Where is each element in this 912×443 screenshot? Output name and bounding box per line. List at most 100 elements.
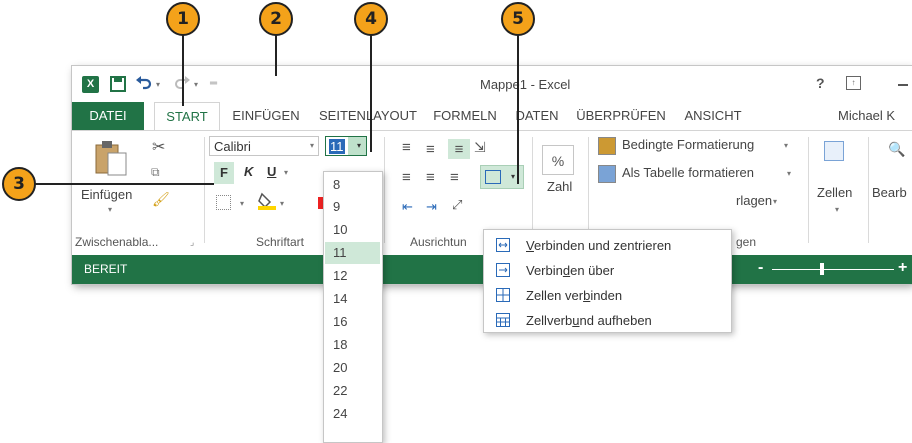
tab-page-layout[interactable]: SEITENLAYOUT bbox=[314, 102, 422, 130]
tab-view[interactable]: ANSICHT bbox=[676, 102, 750, 130]
zoom-slider-track[interactable] bbox=[772, 269, 894, 270]
help-icon[interactable]: ? bbox=[816, 75, 825, 91]
font-size-option[interactable]: 24 bbox=[325, 403, 380, 425]
merge-center-icon bbox=[485, 170, 501, 184]
align-top-icon[interactable]: ≡ bbox=[402, 139, 411, 156]
editing-icon[interactable]: 🔍 bbox=[888, 141, 905, 158]
font-name-value: Calibri bbox=[214, 139, 251, 154]
bold-button[interactable]: F bbox=[214, 162, 234, 184]
font-size-option[interactable]: 10 bbox=[325, 219, 380, 241]
minimize-icon[interactable] bbox=[898, 84, 908, 86]
unmerge-cells-icon bbox=[496, 313, 510, 327]
ribbon-tabs: DATEI START EINFÜGEN SEITENLAYOUT FORMEL… bbox=[72, 102, 912, 131]
font-size-option[interactable]: 14 bbox=[325, 288, 380, 310]
cell-styles-button[interactable]: rlagen bbox=[736, 193, 772, 208]
font-size-option[interactable]: 16 bbox=[325, 311, 380, 333]
align-right-icon[interactable]: ≡ bbox=[450, 169, 459, 186]
clipboard-dialog-launcher-icon[interactable]: ⌟ bbox=[190, 237, 194, 248]
window-title: Mappe1 - Excel bbox=[480, 77, 571, 92]
font-size-dropdown-icon[interactable]: ▾ bbox=[357, 141, 361, 150]
underline-dropdown-icon[interactable]: ▾ bbox=[284, 168, 288, 177]
font-name-field[interactable]: Calibri ▾ bbox=[209, 136, 319, 156]
title-bar: X ▾ ▾ ═ Mappe1 - Excel ? ↑ bbox=[72, 66, 912, 102]
zoom-in-button[interactable]: + bbox=[898, 259, 907, 277]
paste-icon[interactable] bbox=[94, 139, 128, 180]
unmerge-cells-item[interactable]: Zellverbund aufheben bbox=[484, 308, 731, 333]
format-painter-icon[interactable]: 🖌 bbox=[152, 191, 170, 208]
paste-button[interactable]: Einfügen bbox=[81, 187, 132, 202]
callout-4: 4 bbox=[354, 2, 388, 36]
tab-review[interactable]: ÜBERPRÜFEN bbox=[572, 102, 670, 130]
tab-start[interactable]: START bbox=[154, 102, 220, 131]
tab-file[interactable]: DATEI bbox=[72, 102, 144, 130]
bold-label: F bbox=[220, 165, 228, 180]
zoom-slider-thumb[interactable] bbox=[820, 263, 824, 275]
user-name[interactable]: Michael K bbox=[838, 102, 912, 130]
excel-logo-icon: X bbox=[82, 76, 99, 93]
tab-formulas[interactable]: FORMELN bbox=[428, 102, 502, 130]
zoom-out-button[interactable]: - bbox=[758, 259, 763, 277]
tab-insert[interactable]: EINFÜGEN bbox=[224, 102, 308, 130]
format-as-table-icon[interactable] bbox=[598, 165, 616, 183]
merge-cells-item[interactable]: Zellen verbinden bbox=[484, 283, 731, 308]
wrap-text-icon[interactable]: ⇲ bbox=[474, 139, 486, 156]
font-size-value: 11 bbox=[329, 139, 345, 154]
font-size-option[interactable]: 18 bbox=[325, 334, 380, 356]
font-size-field[interactable]: 11 ▾ bbox=[325, 136, 367, 156]
font-size-option[interactable]: 12 bbox=[325, 265, 380, 287]
unmerge-cells-label: Zellverbund aufheben bbox=[526, 313, 652, 328]
conditional-formatting-icon[interactable] bbox=[598, 137, 616, 155]
font-size-option[interactable]: 9 bbox=[325, 196, 380, 218]
editing-button[interactable]: Bearb bbox=[872, 185, 907, 200]
ribbon-display-options-icon[interactable]: ↑ bbox=[846, 76, 861, 90]
callout-line bbox=[275, 34, 277, 76]
fill-color-dropdown-icon[interactable]: ▾ bbox=[280, 199, 284, 208]
merge-menu: Verbinden und zentrieren Verbinden über … bbox=[483, 229, 732, 333]
cells-icon[interactable] bbox=[824, 141, 844, 161]
font-name-dropdown-icon[interactable]: ▾ bbox=[310, 141, 314, 150]
border-icon[interactable] bbox=[216, 195, 231, 210]
format-as-table-button[interactable]: Als Tabelle formatieren bbox=[622, 165, 754, 180]
orientation-icon[interactable]: ⤢ bbox=[452, 197, 462, 213]
callout-line bbox=[517, 34, 519, 184]
font-size-option[interactable]: 8 bbox=[325, 174, 380, 196]
undo-icon[interactable] bbox=[134, 74, 154, 95]
format-as-table-dropdown-icon[interactable]: ▾ bbox=[787, 169, 791, 178]
decrease-indent-icon[interactable]: ⇤ bbox=[402, 199, 413, 215]
cell-styles-dropdown-icon[interactable]: ▾ bbox=[773, 197, 777, 206]
border-dropdown-icon[interactable]: ▾ bbox=[240, 199, 244, 208]
separator bbox=[532, 137, 533, 243]
redo-dropdown-icon[interactable]: ▾ bbox=[194, 80, 198, 89]
align-left-icon[interactable]: ≡ bbox=[402, 169, 411, 186]
number-button-label[interactable]: Zahl bbox=[547, 179, 572, 194]
cells-button[interactable]: Zellen bbox=[817, 185, 852, 200]
font-size-option[interactable]: 22 bbox=[325, 380, 380, 402]
merge-and-center-item[interactable]: Verbinden und zentrieren bbox=[484, 233, 731, 258]
conditional-formatting-dropdown-icon[interactable]: ▾ bbox=[784, 141, 788, 150]
paste-dropdown-icon[interactable]: ▾ bbox=[108, 205, 112, 214]
font-group-label: Schriftart bbox=[256, 235, 305, 249]
alignment-group-label: Ausrichtun bbox=[410, 235, 467, 249]
callout-2: 2 bbox=[259, 2, 293, 36]
align-bottom-button[interactable]: ≡ bbox=[448, 139, 470, 159]
font-size-option-selected[interactable]: 11 bbox=[325, 242, 380, 264]
align-center-icon[interactable]: ≡ bbox=[426, 169, 435, 186]
italic-button[interactable]: K bbox=[244, 164, 253, 179]
number-format-button[interactable]: % bbox=[542, 145, 574, 175]
merge-cells-icon bbox=[496, 288, 510, 302]
cut-icon[interactable]: ✂ bbox=[152, 137, 165, 157]
cells-dropdown-icon[interactable]: ▾ bbox=[835, 205, 839, 214]
merge-center-dropdown-icon[interactable]: ▾ bbox=[511, 172, 515, 181]
save-icon[interactable] bbox=[110, 76, 126, 95]
increase-indent-icon[interactable]: ⇥ bbox=[426, 199, 437, 215]
callout-1: 1 bbox=[166, 2, 200, 36]
align-middle-icon[interactable]: ≡ bbox=[426, 141, 435, 158]
underline-button[interactable]: U bbox=[267, 164, 276, 179]
fill-color-icon[interactable] bbox=[258, 191, 276, 214]
merge-across-item[interactable]: Verbinden über bbox=[484, 258, 731, 283]
copy-icon[interactable]: ⧉ bbox=[151, 165, 160, 180]
undo-dropdown-icon[interactable]: ▾ bbox=[156, 80, 160, 89]
customize-quick-access-icon[interactable]: ═ bbox=[210, 78, 217, 89]
conditional-formatting-button[interactable]: Bedingte Formatierung bbox=[622, 137, 754, 152]
font-size-option[interactable]: 20 bbox=[325, 357, 380, 379]
